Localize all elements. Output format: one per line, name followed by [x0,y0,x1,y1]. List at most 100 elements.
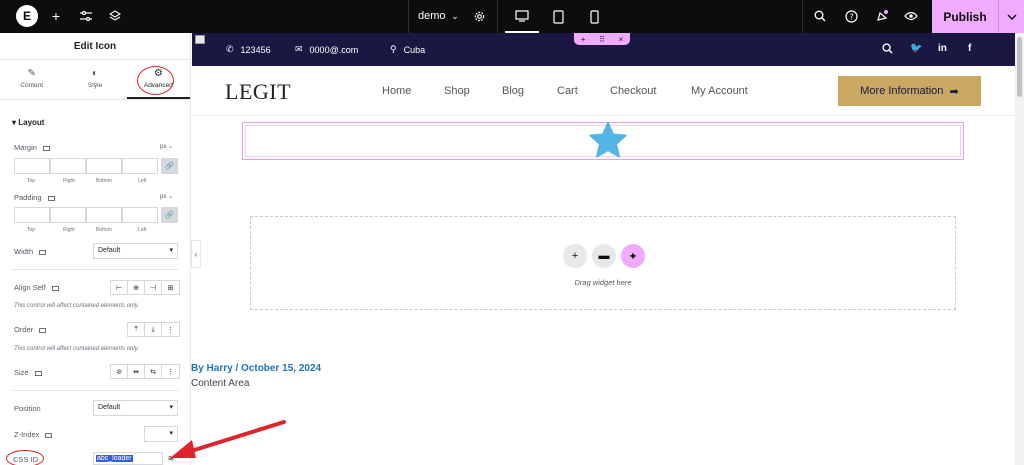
link-icon[interactable]: 🔗 [161,158,178,174]
padding-label: Padding [14,193,55,202]
nav-my-account[interactable]: My Account [691,85,748,97]
desktop-icon [34,370,42,376]
facebook-icon[interactable]: f [968,43,971,54]
order-last-icon[interactable]: ⤓ [145,323,162,336]
plus-icon[interactable]: + [48,8,64,24]
drag-icon[interactable]: ⠿ [599,35,605,44]
drag-widget-text: Drag widget here [574,278,632,287]
brand-logo[interactable]: LEGIT [225,79,291,105]
layers-icon[interactable] [107,8,123,24]
align-self-label-text: Align Self [14,283,46,292]
tab-content[interactable]: ✎ Content [0,60,63,99]
twitter-icon[interactable]: 🐦 [910,43,922,54]
canvas-scrollbar[interactable] [1015,33,1024,465]
phone-icon: ✆ [226,44,234,54]
padding-inputs [14,207,158,223]
order-note: This control will affect contained eleme… [14,346,139,352]
desktop-icon [45,432,53,438]
margin-left-input[interactable] [122,158,158,174]
chevron-down-icon[interactable]: ⌄ [447,8,463,24]
size-label-text: Size [14,368,29,377]
preview-icon[interactable] [903,8,919,24]
margin-label-text: Margin [14,143,37,152]
align-end-icon[interactable]: ⊣ [145,281,162,294]
add-icon[interactable]: + [581,35,586,44]
location-pin-icon: ⚲ [390,44,397,54]
size-label: Size [14,368,42,377]
location-item: ⚲ Cuba [390,44,425,55]
more-information-button[interactable]: More Information ➡ [838,76,981,106]
nav-blog[interactable]: Blog [502,85,524,97]
ai-sparkle-icon[interactable]: ✦ [621,244,645,268]
post-byline[interactable]: By Harry / October 15, 2024 [191,363,321,374]
align-stretch-icon[interactable]: ⊞ [162,281,179,294]
icon-widget[interactable] [242,122,964,160]
svg-text:?: ? [849,12,853,21]
scrollbar-thumb[interactable] [1017,37,1022,97]
cta-label: More Information [860,85,944,97]
padding-right-input[interactable] [50,207,86,223]
margin-right-input[interactable] [50,158,86,174]
padding-bottom-input[interactable] [86,207,122,223]
width-label: Width [14,247,47,256]
pencil-icon: ✎ [27,68,36,79]
phone-item: ✆ 123456 [226,44,271,55]
collapse-panel-icon[interactable]: ‹ [191,240,201,268]
empty-container-dropzone[interactable]: + ▬ ✦ Drag widget here [250,216,956,310]
css-id-input[interactable]: abc_loader [93,452,163,465]
settings-icon[interactable] [471,8,487,24]
search-icon[interactable] [882,43,893,57]
help-icon[interactable]: ? [843,8,859,24]
tab-style[interactable]: ◐ Style [63,60,126,99]
padding-label-text: Padding [14,193,42,202]
padding-top-input[interactable] [14,207,50,223]
position-label: Position [14,404,41,413]
section-handle-icon[interactable] [195,35,205,44]
site-name[interactable]: demo [418,10,446,22]
folder-icon[interactable]: ▬ [592,244,616,268]
search-icon[interactable] [812,8,828,24]
order-first-icon[interactable]: ⤒ [128,323,145,336]
align-start-icon[interactable]: ⊢ [111,281,128,294]
content-area-text: Content Area [191,378,250,389]
publish-button[interactable]: Publish [932,0,998,33]
position-select[interactable]: Default [93,400,178,416]
size-more-icon[interactable]: ⋮ [162,365,179,378]
margin-top-input[interactable] [14,158,50,174]
link-icon[interactable]: 🔗 [161,207,178,223]
align-self-label: Align Self [14,283,59,292]
margin-unit[interactable]: px ⌄ [160,143,173,150]
layout-section-header[interactable]: ▾ Layout [12,118,44,127]
close-icon[interactable]: × [619,35,624,44]
size-grow-icon[interactable]: ⇹ [128,365,145,378]
tablet-icon[interactable] [541,0,575,33]
publish-options-chevron-icon[interactable] [998,0,1024,33]
elementor-logo[interactable]: E [16,5,38,27]
tab-label: Content [20,82,44,89]
nav-cart[interactable]: Cart [557,85,578,97]
align-center-icon[interactable]: ⊕ [128,281,145,294]
desktop-icon[interactable] [505,0,539,33]
email-item: ✉ 0000@.com [295,44,358,55]
order-more-icon[interactable]: ⋮ [162,323,179,336]
nav-shop[interactable]: Shop [444,85,470,97]
size-shrink-icon[interactable]: ⇆ [145,365,162,378]
desktop-icon [39,249,47,255]
padding-unit[interactable]: px ⌄ [160,193,173,200]
add-widget-icon[interactable]: + [563,244,587,268]
mobile-icon[interactable] [577,0,611,33]
linkedin-icon[interactable]: in [938,43,947,54]
sliders-icon[interactable] [78,8,94,24]
width-select[interactable]: Default [93,243,178,259]
margin-bottom-input[interactable] [86,158,122,174]
notifications-icon[interactable] [874,8,890,24]
panel-title: Edit Icon [0,33,190,60]
size-none-icon[interactable]: ⊘ [111,365,128,378]
nav-checkout[interactable]: Checkout [610,85,656,97]
site-header: LEGIT Home Shop Blog Cart Checkout My Ac… [192,66,1015,116]
size-buttons: ⊘ ⇹ ⇆ ⋮ [110,364,180,379]
padding-left-input[interactable] [122,207,158,223]
desktop-icon [51,285,59,291]
container-handle: + ⠿ × [574,33,630,45]
nav-home[interactable]: Home [382,85,411,97]
